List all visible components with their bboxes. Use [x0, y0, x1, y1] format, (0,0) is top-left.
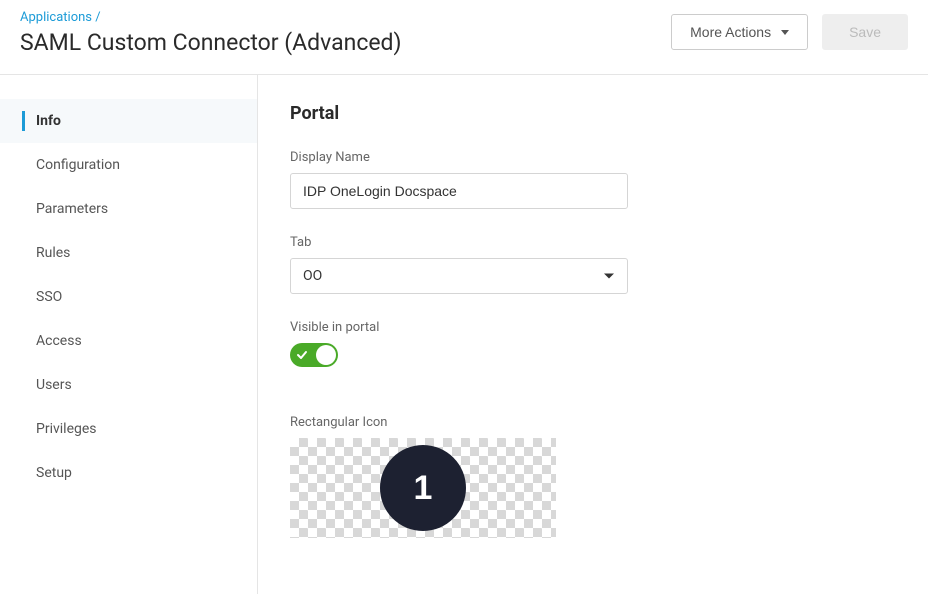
sidebar-item-privileges[interactable]: Privileges	[0, 407, 257, 451]
more-actions-button[interactable]: More Actions	[671, 14, 808, 50]
visible-toggle[interactable]	[290, 343, 338, 367]
sidebar-item-label: SSO	[36, 289, 62, 305]
body-area: Info Configuration Parameters Rules SSO …	[0, 74, 928, 594]
more-actions-label: More Actions	[690, 24, 771, 40]
sidebar-item-label: Setup	[36, 465, 72, 481]
tab-select[interactable]: OO	[290, 258, 628, 294]
caret-down-icon	[781, 30, 789, 35]
app-logo-icon: 1	[380, 445, 466, 531]
header-actions: More Actions Save	[671, 14, 908, 50]
sidebar-item-sso[interactable]: SSO	[0, 275, 257, 319]
tab-label: Tab	[290, 235, 896, 250]
page-header: Applications / SAML Custom Connector (Ad…	[0, 0, 928, 74]
breadcrumb-parent-link[interactable]: Applications	[20, 10, 92, 25]
sidebar: Info Configuration Parameters Rules SSO …	[0, 75, 258, 594]
toggle-knob	[316, 345, 336, 365]
form-group-display-name: Display Name	[290, 150, 896, 209]
sidebar-item-label: Configuration	[36, 157, 120, 173]
sidebar-item-rules[interactable]: Rules	[0, 231, 257, 275]
check-icon	[296, 349, 308, 361]
app-logo-glyph: 1	[414, 471, 433, 505]
breadcrumb: Applications /	[20, 10, 402, 25]
sidebar-item-label: Parameters	[36, 201, 108, 217]
form-group-rectangular-icon: Rectangular Icon 1	[290, 415, 896, 538]
form-group-visible: Visible in portal	[290, 320, 896, 367]
sidebar-item-label: Access	[36, 333, 82, 349]
page-title: SAML Custom Connector (Advanced)	[20, 29, 402, 56]
section-title-portal: Portal	[290, 103, 896, 124]
sidebar-item-users[interactable]: Users	[0, 363, 257, 407]
sidebar-item-setup[interactable]: Setup	[0, 451, 257, 495]
display-name-input[interactable]	[290, 173, 628, 209]
main-content: Portal Display Name Tab OO Visible in po…	[258, 75, 928, 594]
sidebar-item-label: Privileges	[36, 421, 97, 437]
sidebar-item-configuration[interactable]: Configuration	[0, 143, 257, 187]
breadcrumb-separator: /	[95, 10, 100, 25]
sidebar-item-label: Info	[36, 113, 61, 129]
save-button[interactable]: Save	[822, 14, 908, 50]
rectangular-icon-preview[interactable]: 1	[290, 438, 556, 538]
sidebar-item-access[interactable]: Access	[0, 319, 257, 363]
sidebar-item-parameters[interactable]: Parameters	[0, 187, 257, 231]
sidebar-item-label: Rules	[36, 245, 70, 261]
tab-select-wrap: OO	[290, 258, 628, 294]
form-group-tab: Tab OO	[290, 235, 896, 294]
visible-label: Visible in portal	[290, 320, 896, 335]
rectangular-icon-label: Rectangular Icon	[290, 415, 896, 430]
display-name-label: Display Name	[290, 150, 896, 165]
header-left: Applications / SAML Custom Connector (Ad…	[20, 10, 402, 56]
sidebar-item-info[interactable]: Info	[0, 99, 257, 143]
sidebar-item-label: Users	[36, 377, 72, 393]
